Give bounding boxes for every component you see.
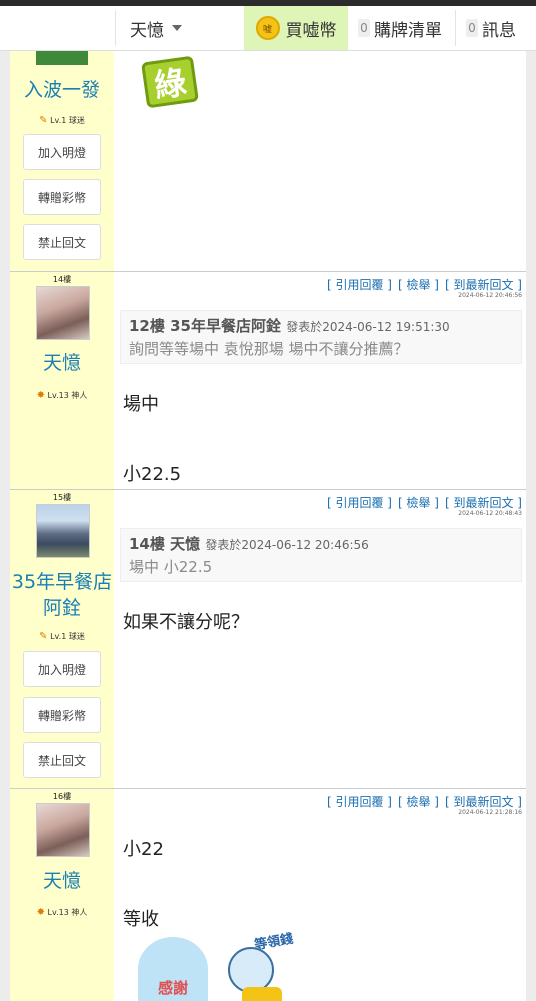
author-name[interactable]: 35年早餐店阿銓 bbox=[10, 569, 114, 621]
quote-header: 14樓 天憶 發表於2024-06-12 20:46:56 bbox=[129, 533, 513, 554]
coin-icon: 嘘 bbox=[255, 16, 280, 40]
nav-divider bbox=[455, 10, 456, 46]
nav-divider bbox=[115, 10, 116, 46]
author-panel: 入波一發 ✎ Lv.1 球迷 加入明燈 轉贈彩幣 禁止回文 bbox=[10, 51, 114, 271]
author-panel: 14樓 天憶 ✸ Lv.13 神人 bbox=[10, 272, 114, 490]
author-level: ✎ Lv.1 球迷 bbox=[10, 631, 114, 642]
waiting-money-sticker: 等領錢 bbox=[224, 929, 314, 1001]
cart-label: 購牌清單 bbox=[374, 20, 442, 41]
post-text: 小22 bbox=[123, 839, 164, 860]
messages-label: 訊息 bbox=[482, 20, 516, 41]
post-floor-15: 15樓 35年早餐店阿銓 ✎ Lv.1 球迷 加入明燈 轉贈彩幣 禁止回文 [ … bbox=[10, 489, 526, 789]
quote-meta: 發表於2024-06-12 20:46:56 bbox=[205, 538, 369, 552]
sticker-money bbox=[242, 987, 282, 1001]
msg-count-badge: 0 bbox=[466, 19, 478, 37]
flower-icon: ✸ bbox=[36, 907, 45, 918]
quote-reply-link[interactable]: [ 引用回覆 ] bbox=[327, 496, 392, 510]
floor-number: 16樓 bbox=[52, 792, 72, 801]
post-floor-13: 入波一發 ✎ Lv.1 球迷 加入明燈 轉贈彩幣 禁止回文 綠 bbox=[10, 51, 526, 271]
author-name[interactable]: 天憶 bbox=[10, 868, 114, 894]
quote-reply-link[interactable]: [ 引用回覆 ] bbox=[327, 795, 392, 809]
flower-icon: ✸ bbox=[36, 390, 45, 401]
post-timestamp: 2024-06-12 20:46:56 bbox=[458, 292, 522, 299]
cart-count-badge: 0 bbox=[358, 19, 370, 37]
quote-block: 12樓 35年早餐店阿銓 發表於2024-06-12 19:51:30 詢問等等… bbox=[120, 310, 522, 364]
author-panel: 15樓 35年早餐店阿銓 ✎ Lv.1 球迷 加入明燈 轉贈彩幣 禁止回文 bbox=[10, 490, 114, 789]
avatar[interactable] bbox=[36, 286, 90, 340]
report-link[interactable]: [ 檢舉 ] bbox=[398, 496, 439, 510]
pencil-icon: ✎ bbox=[39, 631, 48, 642]
post-text: 小22.5 bbox=[123, 464, 182, 485]
author-panel: 16樓 天憶 ✸ Lv.13 神人 bbox=[10, 789, 114, 1001]
post-timestamp: 2024-06-12 20:48:43 bbox=[458, 510, 522, 517]
quote-author: 14樓 天憶 bbox=[129, 535, 201, 553]
report-link[interactable]: [ 檢舉 ] bbox=[398, 795, 439, 809]
thanks-sticker: 感謝 bbox=[138, 937, 208, 1001]
level-label: Lv.1 球迷 bbox=[50, 116, 85, 125]
buy-coin-button[interactable]: 嘘 買嘘幣 bbox=[244, 6, 348, 50]
author-level: ✎ Lv.1 球迷 bbox=[10, 115, 114, 126]
avatar[interactable] bbox=[36, 504, 90, 558]
block-reply-button[interactable]: 禁止回文 bbox=[23, 224, 101, 260]
gift-coin-button[interactable]: 轉贈彩幣 bbox=[23, 179, 101, 215]
pencil-icon: ✎ bbox=[39, 115, 48, 126]
post-text: 如果不讓分呢？ bbox=[123, 612, 249, 633]
top-nav: 天憶 嘘 買嘘幣 0 購牌清單 0 訊息 bbox=[0, 6, 536, 51]
buy-coin-label: 買嘘幣 bbox=[285, 20, 337, 41]
post-floor-14: 14樓 天憶 ✸ Lv.13 神人 [ 引用回覆 ] [ 檢舉 ] [ 到最新回文 … bbox=[10, 271, 526, 490]
avatar[interactable] bbox=[36, 803, 90, 857]
report-link[interactable]: [ 檢舉 ] bbox=[398, 278, 439, 292]
user-menu-label: 天憶 bbox=[130, 20, 164, 41]
gift-coin-button[interactable]: 轉贈彩幣 bbox=[23, 697, 101, 733]
quote-reply-link[interactable]: [ 引用回覆 ] bbox=[327, 278, 392, 292]
quote-meta: 發表於2024-06-12 19:51:30 bbox=[286, 320, 450, 334]
author-level: ✸ Lv.13 神人 bbox=[10, 390, 114, 401]
sticker-label: 等領錢 bbox=[253, 931, 295, 954]
cart-button[interactable]: 0 購牌清單 bbox=[358, 6, 442, 50]
level-label: Lv.13 神人 bbox=[47, 908, 88, 917]
quote-author: 12樓 35年早餐店阿銓 bbox=[129, 317, 281, 335]
avatar[interactable] bbox=[36, 51, 88, 65]
quote-body: 詢問等等場中 袁悅那場 場中不讓分推薦？ bbox=[129, 340, 409, 358]
green-sticker: 綠 bbox=[141, 55, 199, 109]
add-lamp-button[interactable]: 加入明燈 bbox=[23, 134, 101, 170]
sticker-label: 感謝 bbox=[157, 979, 188, 997]
level-label: Lv.13 神人 bbox=[47, 391, 88, 400]
quote-body: 場中 小22.5 bbox=[129, 558, 213, 576]
latest-reply-link[interactable]: [ 到最新回文 ] bbox=[445, 496, 522, 510]
messages-button[interactable]: 0 訊息 bbox=[466, 6, 516, 50]
floor-number: 14樓 bbox=[52, 275, 72, 284]
user-menu[interactable]: 天憶 bbox=[130, 6, 182, 50]
latest-reply-link[interactable]: [ 到最新回文 ] bbox=[445, 278, 522, 292]
add-lamp-button[interactable]: 加入明燈 bbox=[23, 651, 101, 687]
level-label: Lv.1 球迷 bbox=[50, 632, 85, 641]
author-name[interactable]: 天憶 bbox=[10, 350, 114, 376]
post-text: 等收 bbox=[123, 909, 159, 930]
quote-block: 14樓 天憶 發表於2024-06-12 20:46:56 場中 小22.5 bbox=[120, 528, 522, 582]
author-level: ✸ Lv.13 神人 bbox=[10, 907, 114, 918]
author-name[interactable]: 入波一發 bbox=[10, 77, 114, 103]
post-actions: [ 引用回覆 ] [ 檢舉 ] [ 到最新回文 ] bbox=[321, 276, 522, 293]
post-actions: [ 引用回覆 ] [ 檢舉 ] [ 到最新回文 ] bbox=[321, 494, 522, 511]
floor-number: 15樓 bbox=[52, 493, 72, 502]
post-timestamp: 2024-06-12 21:28:16 bbox=[458, 809, 522, 816]
quote-header: 12樓 35年早餐店阿銓 發表於2024-06-12 19:51:30 bbox=[129, 315, 513, 336]
block-reply-button[interactable]: 禁止回文 bbox=[23, 742, 101, 778]
caret-down-icon bbox=[172, 25, 182, 31]
post-floor-16: 16樓 天憶 ✸ Lv.13 神人 [ 引用回覆 ] [ 檢舉 ] [ 到最新回文 … bbox=[10, 788, 526, 1001]
post-actions: [ 引用回覆 ] [ 檢舉 ] [ 到最新回文 ] bbox=[321, 793, 522, 810]
latest-reply-link[interactable]: [ 到最新回文 ] bbox=[445, 795, 522, 809]
post-text: 場中 bbox=[123, 394, 159, 415]
